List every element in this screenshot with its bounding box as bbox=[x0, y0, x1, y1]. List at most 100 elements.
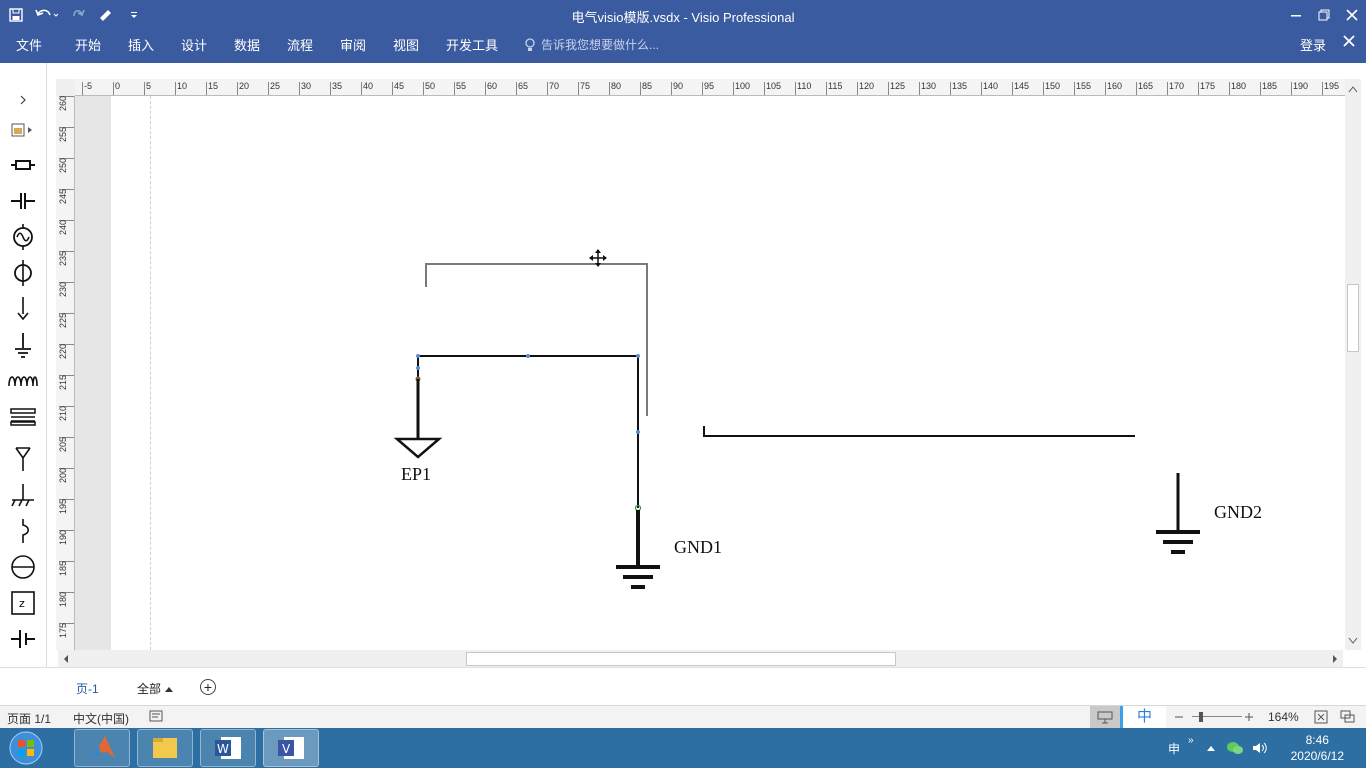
ruler-tick-label: 100 bbox=[735, 81, 751, 91]
ruler-tick-label: 175 bbox=[58, 622, 68, 638]
switch-windows-icon[interactable] bbox=[1340, 710, 1356, 727]
ruler-tick-label: 260 bbox=[58, 96, 68, 111]
transformer-shape-icon[interactable] bbox=[8, 402, 38, 432]
ruler-tick-label: 25 bbox=[270, 81, 281, 91]
taskbar-visio[interactable]: V bbox=[263, 729, 319, 767]
ruler-tick-label: 180 bbox=[1231, 81, 1247, 91]
vertical-scrollbar[interactable] bbox=[1345, 79, 1361, 650]
tab-data[interactable]: 数据 bbox=[234, 35, 260, 54]
ruler-tick bbox=[485, 82, 486, 95]
scroll-up-icon[interactable] bbox=[1348, 85, 1358, 93]
ep1-label[interactable]: EP1 bbox=[401, 464, 431, 485]
ruler-tick-label: 0 bbox=[115, 81, 121, 91]
ruler-tick bbox=[423, 82, 424, 95]
zoom-out-icon[interactable] bbox=[1174, 710, 1184, 725]
ruler-tick-label: 255 bbox=[58, 126, 68, 142]
tab-insert[interactable]: 插入 bbox=[128, 35, 154, 54]
show-hidden-icons[interactable] bbox=[1206, 728, 1216, 768]
meter-shape-icon[interactable] bbox=[8, 552, 38, 582]
ruler-tick bbox=[330, 82, 331, 95]
page-margin-guide bbox=[150, 96, 151, 650]
start-button[interactable] bbox=[6, 729, 46, 767]
tab-file[interactable]: 文件 bbox=[16, 35, 42, 54]
ruler-tick-label: 250 bbox=[58, 157, 68, 173]
current-source-shape-icon[interactable] bbox=[8, 258, 38, 288]
login-link[interactable]: 登录 bbox=[1300, 35, 1326, 54]
ruler-tick-label: 90 bbox=[673, 81, 684, 91]
zoom-level[interactable]: 164% bbox=[1268, 710, 1299, 724]
tab-view[interactable]: 视图 bbox=[393, 35, 419, 54]
scroll-down-icon[interactable] bbox=[1348, 637, 1358, 645]
page-tab-current[interactable]: 页-1 bbox=[76, 680, 99, 697]
ruler-tick-label: 135 bbox=[952, 81, 968, 91]
ruler-tick-label: 175 bbox=[1200, 81, 1216, 91]
gnd2-label[interactable]: GND2 bbox=[1214, 502, 1262, 523]
tray-overflow-icon[interactable]: » bbox=[1188, 720, 1194, 760]
drawing-page[interactable] bbox=[111, 96, 1345, 650]
wechat-icon[interactable] bbox=[1226, 728, 1244, 768]
fuse-shape-icon[interactable] bbox=[8, 516, 38, 546]
ime-mode-indicator[interactable]: 中 bbox=[1120, 706, 1166, 729]
minimize-icon[interactable] bbox=[1282, 0, 1310, 30]
volume-icon[interactable] bbox=[1252, 728, 1268, 768]
ruler-tick bbox=[1105, 82, 1106, 95]
ruler-tick bbox=[702, 82, 703, 95]
zoom-slider-thumb[interactable] bbox=[1199, 712, 1203, 722]
tab-process[interactable]: 流程 bbox=[287, 35, 313, 54]
ruler-tick bbox=[144, 82, 145, 95]
taskbar-file-explorer[interactable] bbox=[137, 729, 193, 767]
ruler-tick-label: 15 bbox=[208, 81, 219, 91]
inductor-shape-icon[interactable] bbox=[8, 366, 38, 396]
tab-developer[interactable]: 开发工具 bbox=[446, 35, 498, 54]
close-icon[interactable] bbox=[1338, 0, 1366, 30]
all-pages-button[interactable]: 全部 bbox=[137, 680, 174, 697]
horizontal-scroll-thumb[interactable] bbox=[466, 652, 896, 666]
ruler-tick bbox=[609, 82, 610, 95]
chassis-ground-shape-icon[interactable] bbox=[8, 480, 38, 510]
tab-review[interactable]: 审阅 bbox=[340, 35, 366, 54]
system-clock[interactable]: 8:46 2020/6/12 bbox=[1291, 732, 1344, 764]
add-page-icon[interactable]: + bbox=[200, 679, 216, 695]
close-ribbon-icon[interactable] bbox=[1342, 34, 1358, 50]
ime-tray[interactable]: 申 bbox=[1168, 728, 1180, 768]
signal-ground-shape-icon[interactable] bbox=[8, 294, 38, 324]
visio-window: 电气visio模版.vsdx - Visio Professional 文件 开… bbox=[0, 0, 1366, 768]
ruler-tick-label: 160 bbox=[1107, 81, 1123, 91]
ruler-tick bbox=[1074, 82, 1075, 95]
impedance-shape-icon[interactable]: z bbox=[8, 588, 38, 618]
ruler-tick-label: 55 bbox=[456, 81, 467, 91]
ruler-tick-label: 75 bbox=[580, 81, 591, 91]
ruler-tick-label: 195 bbox=[1324, 81, 1340, 91]
tab-home[interactable]: 开始 bbox=[75, 35, 101, 54]
all-pages-label: 全部 bbox=[137, 682, 162, 696]
vertical-scroll-thumb[interactable] bbox=[1347, 284, 1359, 352]
taskbar-word[interactable]: W bbox=[200, 729, 256, 767]
antenna-shape-icon[interactable] bbox=[8, 444, 38, 474]
presentation-mode-icon[interactable] bbox=[1090, 706, 1120, 729]
macro-record-icon[interactable] bbox=[149, 710, 163, 725]
battery-shape-icon[interactable] bbox=[8, 624, 38, 654]
expand-shapes-chevron-icon[interactable] bbox=[8, 85, 38, 115]
ruler-tick bbox=[361, 82, 362, 95]
stencil-menu-icon[interactable] bbox=[8, 115, 38, 145]
language-indicator[interactable]: 中文(中国) bbox=[73, 710, 129, 727]
fit-page-icon[interactable] bbox=[1314, 710, 1328, 727]
ruler-tick-label: 35 bbox=[332, 81, 343, 91]
page-indicator[interactable]: 页面 1/1 bbox=[7, 710, 51, 727]
ruler-tick-label: -5 bbox=[84, 81, 93, 91]
gnd1-label[interactable]: GND1 bbox=[674, 537, 722, 558]
ruler-tick-label: 10 bbox=[177, 81, 188, 91]
ruler-tick bbox=[578, 82, 579, 95]
tell-me-box[interactable]: 告诉我您想要做什么... bbox=[524, 36, 659, 53]
ac-source-shape-icon[interactable] bbox=[8, 222, 38, 252]
ground-shape-icon[interactable] bbox=[8, 330, 38, 360]
scroll-right-icon[interactable] bbox=[1331, 654, 1339, 664]
zoom-in-icon[interactable] bbox=[1244, 710, 1254, 725]
ribbon-tabs: 文件 开始 插入 设计 数据 流程 审阅 视图 开发工具 告诉我您想要做什么..… bbox=[0, 30, 1366, 63]
taskbar-matlab[interactable] bbox=[74, 729, 130, 767]
capacitor-shape-icon[interactable] bbox=[8, 186, 38, 216]
scroll-left-icon[interactable] bbox=[62, 654, 70, 664]
resistor-shape-icon[interactable] bbox=[8, 150, 38, 180]
restore-icon[interactable] bbox=[1310, 0, 1338, 30]
tab-design[interactable]: 设计 bbox=[181, 35, 207, 54]
